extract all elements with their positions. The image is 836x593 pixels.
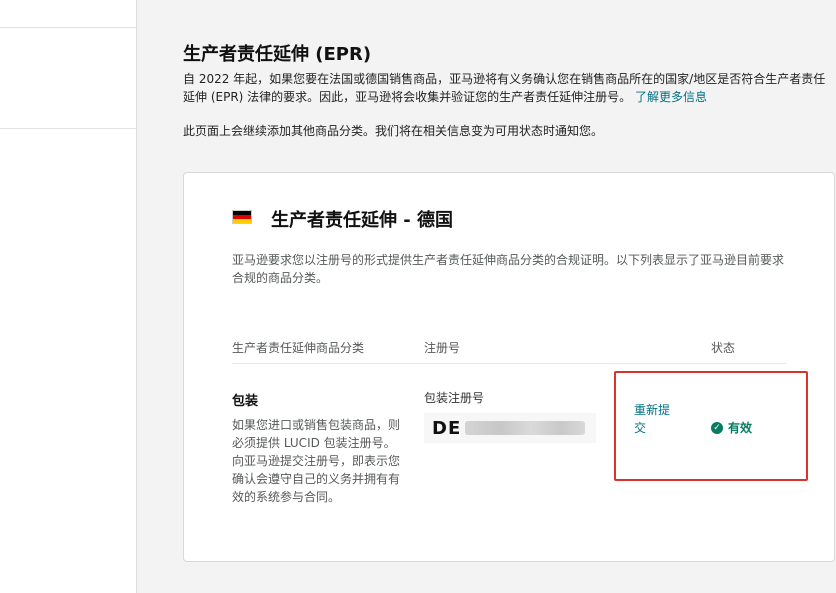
redacted-blur <box>465 421 586 435</box>
registration-number-prefix: DE <box>432 417 462 439</box>
resubmit-link[interactable]: 重新提交 <box>634 401 670 437</box>
epr-germany-card: 生产者责任延伸 - 德国 亚马逊要求您以注册号的形式提供生产者责任延伸商品分类的… <box>183 172 835 562</box>
status-badge: ✓ 有效 <box>711 419 752 436</box>
left-panel-divider <box>0 128 136 129</box>
germany-flag-icon <box>232 210 252 224</box>
column-header-status: 状态 <box>711 341 736 355</box>
left-panel <box>0 0 137 593</box>
registration-number: DE <box>424 413 596 443</box>
page-title: 生产者责任延伸 (EPR) <box>183 44 372 65</box>
category-description: 如果您进口或销售包装商品，则必须提供 LUCID 包装注册号。向亚马逊提交注册号… <box>232 418 401 504</box>
intro-paragraph: 自 2022 年起，如果您要在法国或德国销售商品，亚马逊将有义务确认您在销售商品… <box>183 72 826 104</box>
column-header-registration: 注册号 <box>424 341 461 355</box>
learn-more-link[interactable]: 了解更多信息 <box>635 90 707 104</box>
card-description: 亚马逊要求您以注册号的形式提供生产者责任延伸商品分类的合规证明。以下列表显示了亚… <box>232 253 785 285</box>
intro-text: 自 2022 年起，如果您要在法国或德国销售商品，亚马逊将有义务确认您在销售商品… <box>183 70 833 106</box>
card-title: 生产者责任延伸 - 德国 <box>271 210 454 231</box>
left-panel-divider <box>0 27 136 28</box>
category-name: 包装 <box>232 394 259 409</box>
flag-stripe-3 <box>233 219 251 223</box>
column-header-category: 生产者责任延伸商品分类 <box>232 341 365 355</box>
status-text: 有效 <box>728 421 753 435</box>
main-content: 生产者责任延伸 (EPR) 自 2022 年起，如果您要在法国或德国销售商品，亚… <box>136 0 836 593</box>
header-divider <box>232 363 786 364</box>
registration-label: 包装注册号 <box>424 391 485 405</box>
check-circle-icon: ✓ <box>711 421 723 434</box>
category-note: 此页面上会继续添加其他商品分类。我们将在相关信息变为可用状态时通知您。 <box>183 124 604 138</box>
